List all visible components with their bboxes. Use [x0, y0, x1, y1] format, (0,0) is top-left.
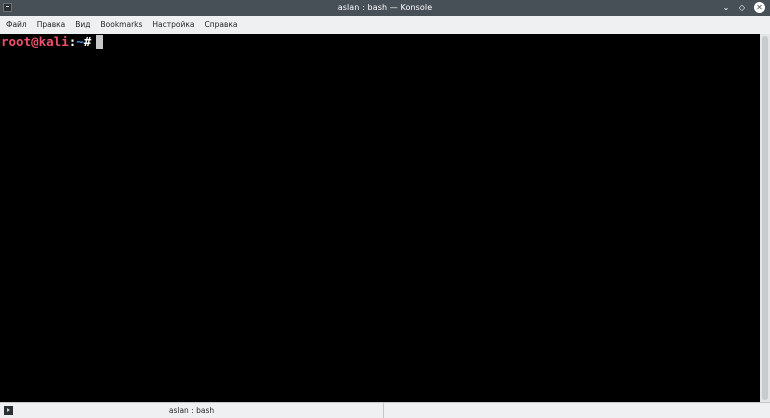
- terminal-view[interactable]: root@kali:~#: [0, 34, 760, 402]
- menu-settings[interactable]: Настройка: [147, 16, 199, 34]
- text-cursor: [96, 35, 104, 49]
- terminal-icon: [4, 406, 13, 415]
- menu-view[interactable]: Вид: [70, 16, 95, 34]
- menu-help[interactable]: Справка: [199, 16, 242, 34]
- menu-file[interactable]: Файл: [1, 16, 32, 34]
- close-icon[interactable]: ✕: [754, 2, 765, 13]
- tab-bar: aslan : bash: [0, 402, 770, 418]
- window-title: aslan : bash — Konsole: [337, 3, 433, 12]
- prompt-hash: #: [83, 34, 92, 49]
- prompt-user: root@kali: [1, 34, 69, 49]
- menu-bar: Файл Правка Вид Bookmarks Настройка Спра…: [0, 16, 770, 34]
- konsole-window: aslan : bash — Konsole ⌄ ◇ ✕ Файл Правка…: [0, 0, 770, 418]
- prompt-line: root@kali:~#: [1, 34, 104, 50]
- maximize-icon[interactable]: ◇: [736, 2, 748, 14]
- minimize-icon[interactable]: ⌄: [720, 2, 732, 14]
- tab-aslan-bash[interactable]: aslan : bash: [0, 403, 384, 418]
- menu-bookmarks[interactable]: Bookmarks: [96, 16, 148, 34]
- title-bar[interactable]: aslan : bash — Konsole ⌄ ◇ ✕: [0, 0, 770, 16]
- terminal-scrollbar[interactable]: [760, 34, 770, 402]
- prompt-path: ~: [76, 34, 84, 49]
- tab-label: aslan : bash: [168, 406, 215, 415]
- menu-edit[interactable]: Правка: [32, 16, 71, 34]
- scrollbar-thumb[interactable]: [762, 36, 768, 400]
